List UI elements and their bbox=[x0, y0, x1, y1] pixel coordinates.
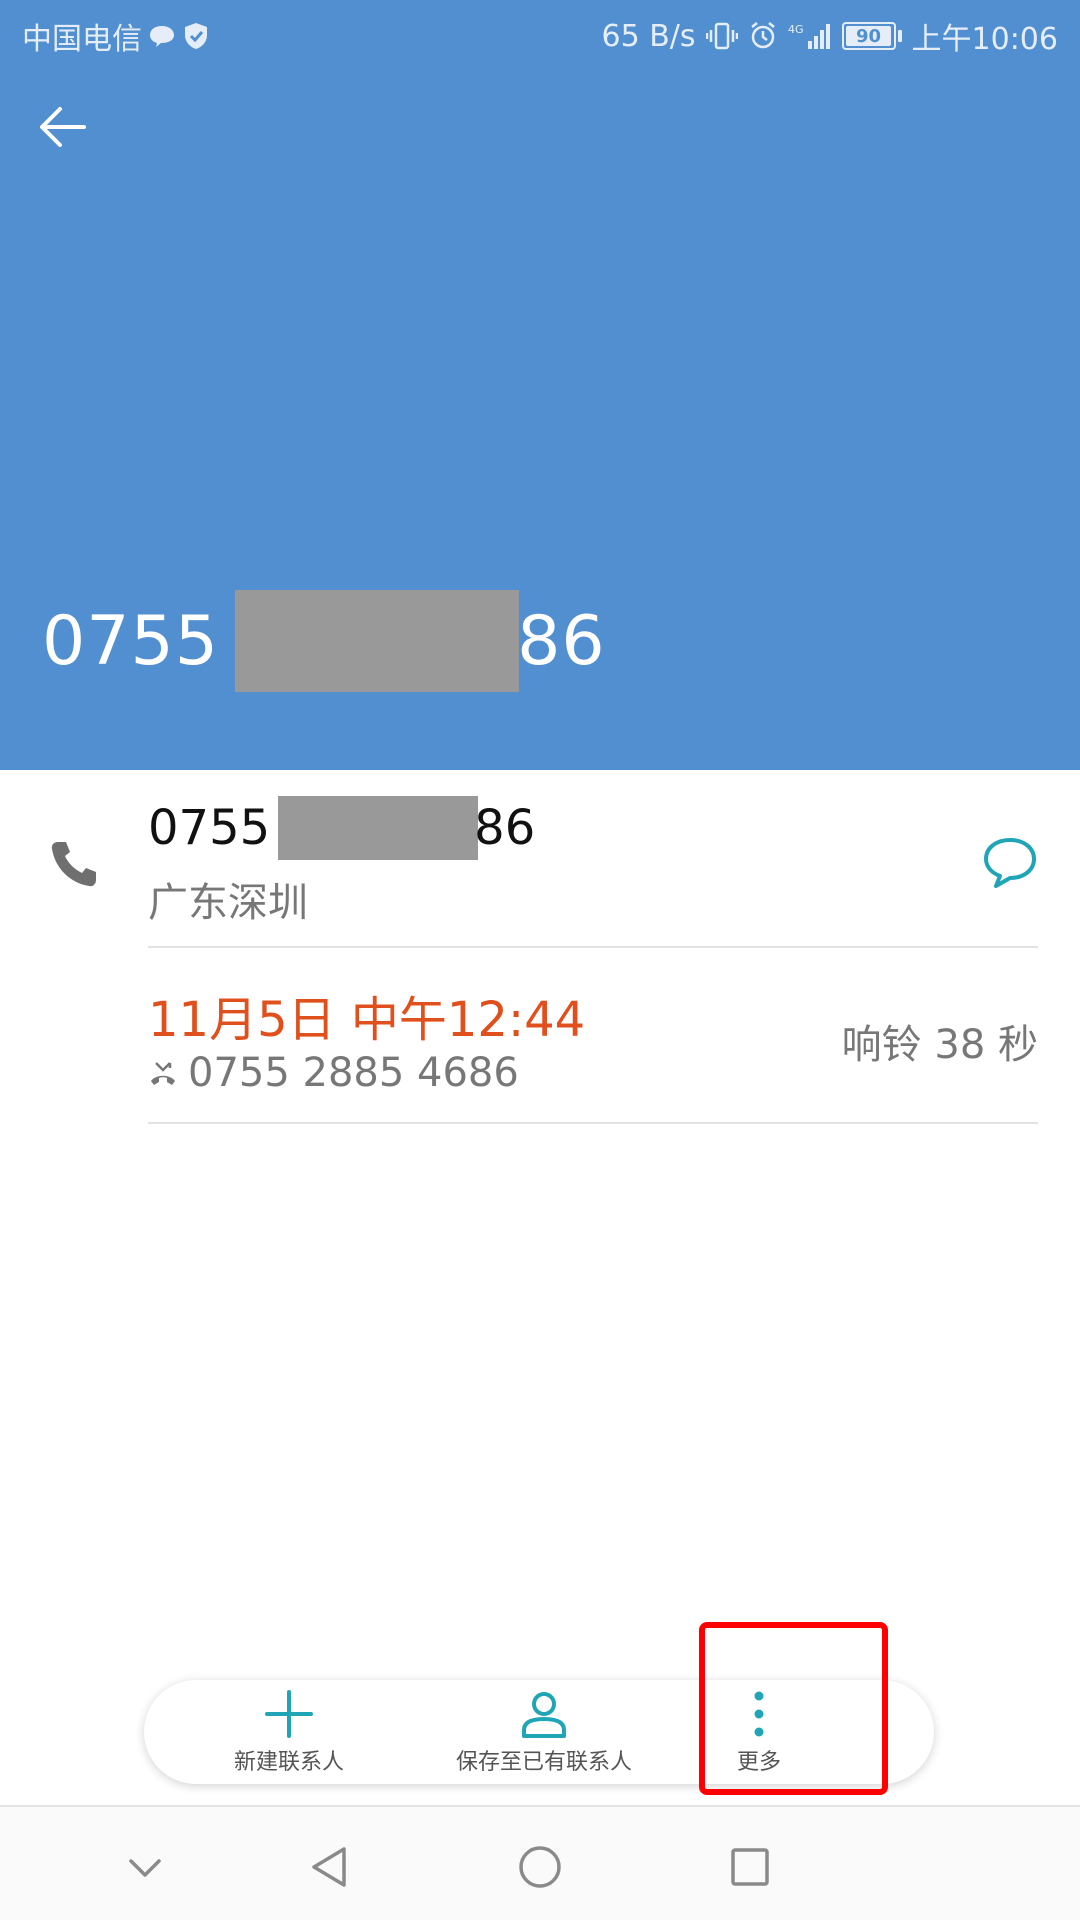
location-label: 广东深圳 bbox=[148, 880, 308, 926]
called-number-line: 0755 2885 4686 bbox=[148, 1050, 519, 1096]
clock: 上午10:06 bbox=[911, 22, 1058, 57]
called-number: 0755 2885 4686 bbox=[188, 1050, 519, 1096]
header: 中国电信 65 B/s 4G 90 上午10:06 0755 86 bbox=[0, 0, 1080, 770]
save-to-existing-label: 保存至已有联系人 bbox=[455, 1750, 632, 1775]
svg-text:4G: 4G bbox=[788, 23, 804, 36]
triangle-back-icon bbox=[312, 1847, 346, 1887]
status-left: 中国电信 bbox=[22, 14, 210, 58]
back-button[interactable] bbox=[30, 95, 94, 159]
header-number-prefix: 0755 bbox=[42, 601, 220, 681]
circle-home-icon bbox=[519, 1846, 561, 1888]
alarm-icon bbox=[748, 21, 778, 51]
header-number-suffix: 86 bbox=[517, 601, 606, 681]
shield-icon bbox=[182, 21, 210, 51]
network-speed: 65 B/s bbox=[601, 18, 696, 54]
chat-bubble-icon bbox=[148, 24, 176, 48]
redaction-block bbox=[235, 590, 520, 692]
call-time: 11月5日 中午12:44 bbox=[148, 992, 586, 1048]
square-recents-icon bbox=[731, 1848, 769, 1886]
call-record-row: 11月5日 中午12:44 0755 2885 4686 响铃 38 秒 bbox=[0, 960, 1080, 1120]
person-icon bbox=[522, 1692, 566, 1738]
battery-icon: 90 bbox=[841, 22, 896, 50]
number-row[interactable]: 0755 86 广东深圳 bbox=[0, 790, 1080, 950]
new-contact-button[interactable]: 新建联系人 bbox=[204, 1688, 374, 1778]
nav-home-button[interactable] bbox=[505, 1832, 575, 1902]
highlight-box bbox=[699, 1622, 888, 1795]
new-contact-label: 新建联系人 bbox=[233, 1750, 344, 1775]
status-right: 65 B/s 4G 90 上午10:06 bbox=[602, 14, 1059, 58]
nav-back-button[interactable] bbox=[295, 1832, 365, 1902]
signal-icon: 4G bbox=[788, 21, 832, 51]
message-button[interactable] bbox=[980, 832, 1040, 892]
redaction-block bbox=[278, 796, 479, 860]
hide-nav-button[interactable] bbox=[110, 1832, 180, 1902]
system-nav-bar bbox=[0, 1805, 1080, 1920]
chevron-down-icon bbox=[129, 1859, 161, 1877]
message-icon bbox=[984, 838, 1036, 888]
battery-indicator: 90 bbox=[841, 22, 902, 50]
vibrate-icon bbox=[705, 21, 738, 51]
arrow-left-icon bbox=[40, 107, 86, 147]
nav-recents-button[interactable] bbox=[715, 1832, 785, 1902]
detail-phone-number: 0755 86 bbox=[148, 796, 535, 860]
battery-level: 90 bbox=[856, 25, 882, 47]
phone-icon bbox=[51, 842, 96, 887]
header-phone-number: 0755 86 bbox=[42, 590, 606, 692]
save-to-existing-button[interactable]: 保存至已有联系人 bbox=[434, 1688, 654, 1778]
status-bar: 中国电信 65 B/s 4G 90 上午10:06 bbox=[0, 0, 1080, 64]
ring-duration: 响铃 38 秒 bbox=[841, 1022, 1038, 1068]
divider bbox=[148, 946, 1038, 948]
plus-icon bbox=[265, 1690, 313, 1738]
call-detail-screen: 中国电信 65 B/s 4G 90 上午10:06 0755 86 0755 8… bbox=[0, 0, 1080, 1920]
carrier-label: 中国电信 bbox=[22, 22, 142, 57]
missed-call-icon bbox=[151, 1062, 175, 1085]
divider bbox=[148, 1122, 1038, 1124]
detail-number-suffix: 86 bbox=[474, 800, 536, 856]
detail-number-prefix: 0755 bbox=[148, 800, 271, 856]
